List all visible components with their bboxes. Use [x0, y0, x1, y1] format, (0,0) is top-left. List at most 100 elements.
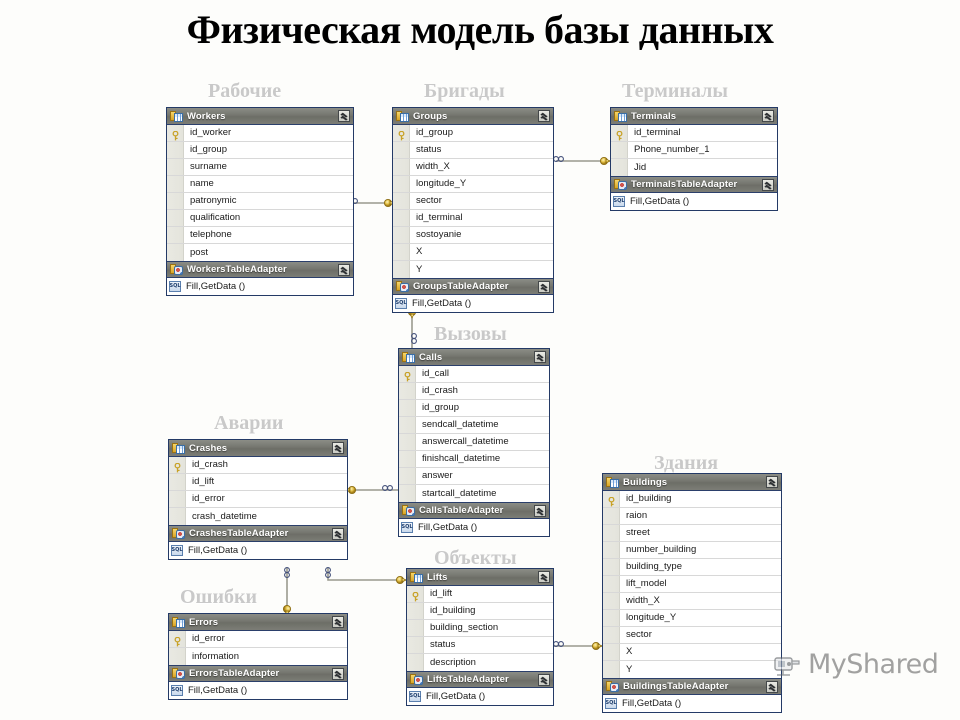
entity-errors[interactable]: Errors id_error information ErrorsTableAdap… [168, 613, 348, 700]
adapter-method-row[interactable]: Fill,GetData () [169, 682, 347, 699]
adapter-header-calls[interactable]: CallsTableAdapter [399, 502, 549, 519]
chevron-collapse-icon[interactable] [762, 110, 774, 122]
entity-header-buildings[interactable]: Buildings [603, 474, 781, 491]
field-row[interactable]: sector [393, 193, 553, 210]
chevron-collapse-icon[interactable] [332, 616, 344, 628]
field-row[interactable]: lift_model [603, 576, 781, 593]
field-row[interactable]: id_worker [167, 125, 353, 142]
field-row[interactable]: id_crash [399, 383, 549, 400]
field-row[interactable]: building_type [603, 559, 781, 576]
adapter-header-buildings[interactable]: BuildingsTableAdapter [603, 678, 781, 695]
adapter-method-row[interactable]: Fill,GetData () [399, 519, 549, 536]
field-row[interactable]: raion [603, 508, 781, 525]
field-gutter [603, 508, 620, 524]
field-row[interactable]: answer [399, 468, 549, 485]
field-row[interactable]: qualification [167, 210, 353, 227]
chevron-collapse-icon[interactable] [332, 667, 344, 680]
adapter-method-row[interactable]: Fill,GetData () [603, 695, 781, 712]
entity-lifts[interactable]: Lifts id_lift id_building building_section s… [406, 568, 554, 706]
field-row[interactable]: id_lift [169, 474, 347, 491]
chevron-collapse-icon[interactable] [762, 178, 774, 191]
entity-terminals[interactable]: Terminals id_terminal Phone_number_1 Jid Ter… [610, 107, 778, 211]
entity-caption-errors: Ошибки [180, 586, 258, 608]
entity-header-groups[interactable]: Groups [393, 108, 553, 125]
field-row[interactable]: id_error [169, 491, 347, 508]
entity-crashes[interactable]: Crashes id_crash id_lift id_error crash_date… [168, 439, 348, 560]
chevron-collapse-icon[interactable] [338, 110, 350, 122]
entity-header-calls[interactable]: Calls [399, 349, 549, 366]
chevron-collapse-icon[interactable] [538, 571, 550, 583]
entity-groups[interactable]: Groups id_group status width_X longitude_Y se… [392, 107, 554, 313]
entity-workers[interactable]: Workers id_worker id_group surname name patro… [166, 107, 354, 296]
adapter-header-groups[interactable]: GroupsTableAdapter [393, 278, 553, 295]
field-row[interactable]: status [393, 142, 553, 159]
field-row[interactable]: status [407, 637, 553, 654]
field-row[interactable]: id_crash [169, 457, 347, 474]
field-row[interactable]: Y [393, 261, 553, 278]
entity-calls[interactable]: Calls id_call id_crash id_group sendcall_dat… [398, 348, 550, 537]
field-row[interactable]: id_lift [407, 586, 553, 603]
field-row[interactable]: id_building [407, 603, 553, 620]
chevron-collapse-icon[interactable] [534, 351, 546, 363]
field-row[interactable]: crash_datetime [169, 508, 347, 525]
chevron-collapse-icon[interactable] [332, 442, 344, 454]
field-row[interactable]: id_group [167, 142, 353, 159]
field-row[interactable]: Y [603, 661, 781, 678]
field-row[interactable]: post [167, 244, 353, 261]
adapter-header-terminals[interactable]: TerminalsTableAdapter [611, 176, 777, 193]
field-row[interactable]: longitude_Y [393, 176, 553, 193]
field-row[interactable]: id_terminal [611, 125, 777, 142]
field-row[interactable]: id_terminal [393, 210, 553, 227]
adapter-method-row[interactable]: Fill,GetData () [169, 542, 347, 559]
adapter-header-crashes[interactable]: CrashesTableAdapter [169, 525, 347, 542]
adapter-header-lifts[interactable]: LiftsTableAdapter [407, 671, 553, 688]
field-row[interactable]: X [393, 244, 553, 261]
chevron-collapse-icon[interactable] [338, 263, 350, 276]
field-row[interactable]: X [603, 644, 781, 661]
field-row[interactable]: sostoyanie [393, 227, 553, 244]
entity-header-workers[interactable]: Workers [167, 108, 353, 125]
chevron-collapse-icon[interactable] [538, 673, 550, 686]
adapter-method-row[interactable]: Fill,GetData () [167, 278, 353, 295]
adapter-method-row[interactable]: Fill,GetData () [611, 193, 777, 210]
field-row[interactable]: id_group [399, 400, 549, 417]
chevron-collapse-icon[interactable] [766, 680, 778, 693]
adapter-method-row[interactable]: Fill,GetData () [393, 295, 553, 312]
field-row[interactable]: information [169, 648, 347, 665]
adapter-header-errors[interactable]: ErrorsTableAdapter [169, 665, 347, 682]
field-row[interactable]: longitude_Y [603, 610, 781, 627]
field-row[interactable]: sendcall_datetime [399, 417, 549, 434]
field-row[interactable]: id_building [603, 491, 781, 508]
field-row[interactable]: street [603, 525, 781, 542]
field-row[interactable]: answercall_datetime [399, 434, 549, 451]
entity-header-terminals[interactable]: Terminals [611, 108, 777, 125]
chevron-collapse-icon[interactable] [766, 476, 778, 488]
entity-header-lifts[interactable]: Lifts [407, 569, 553, 586]
entity-buildings[interactable]: Buildings id_building raion street number_bu… [602, 473, 782, 713]
field-row[interactable]: telephone [167, 227, 353, 244]
field-row[interactable]: name [167, 176, 353, 193]
chevron-collapse-icon[interactable] [534, 504, 546, 517]
entity-header-crashes[interactable]: Crashes [169, 440, 347, 457]
field-row[interactable]: id_error [169, 631, 347, 648]
field-row[interactable]: patronymic [167, 193, 353, 210]
field-row[interactable]: startcall_datetime [399, 485, 549, 502]
field-row[interactable]: number_building [603, 542, 781, 559]
chevron-collapse-icon[interactable] [538, 110, 550, 122]
field-row[interactable]: description [407, 654, 553, 671]
field-row[interactable]: Jid [611, 159, 777, 176]
field-row[interactable]: Phone_number_1 [611, 142, 777, 159]
field-row[interactable]: id_group [393, 125, 553, 142]
field-row[interactable]: sector [603, 627, 781, 644]
entity-header-errors[interactable]: Errors [169, 614, 347, 631]
field-row[interactable]: id_call [399, 366, 549, 383]
chevron-collapse-icon[interactable] [332, 527, 344, 540]
chevron-collapse-icon[interactable] [538, 280, 550, 293]
field-row[interactable]: width_X [603, 593, 781, 610]
adapter-method-row[interactable]: Fill,GetData () [407, 688, 553, 705]
field-row[interactable]: surname [167, 159, 353, 176]
field-row[interactable]: width_X [393, 159, 553, 176]
adapter-header-workers[interactable]: WorkersTableAdapter [167, 261, 353, 278]
field-row[interactable]: finishcall_datetime [399, 451, 549, 468]
field-row[interactable]: building_section [407, 620, 553, 637]
